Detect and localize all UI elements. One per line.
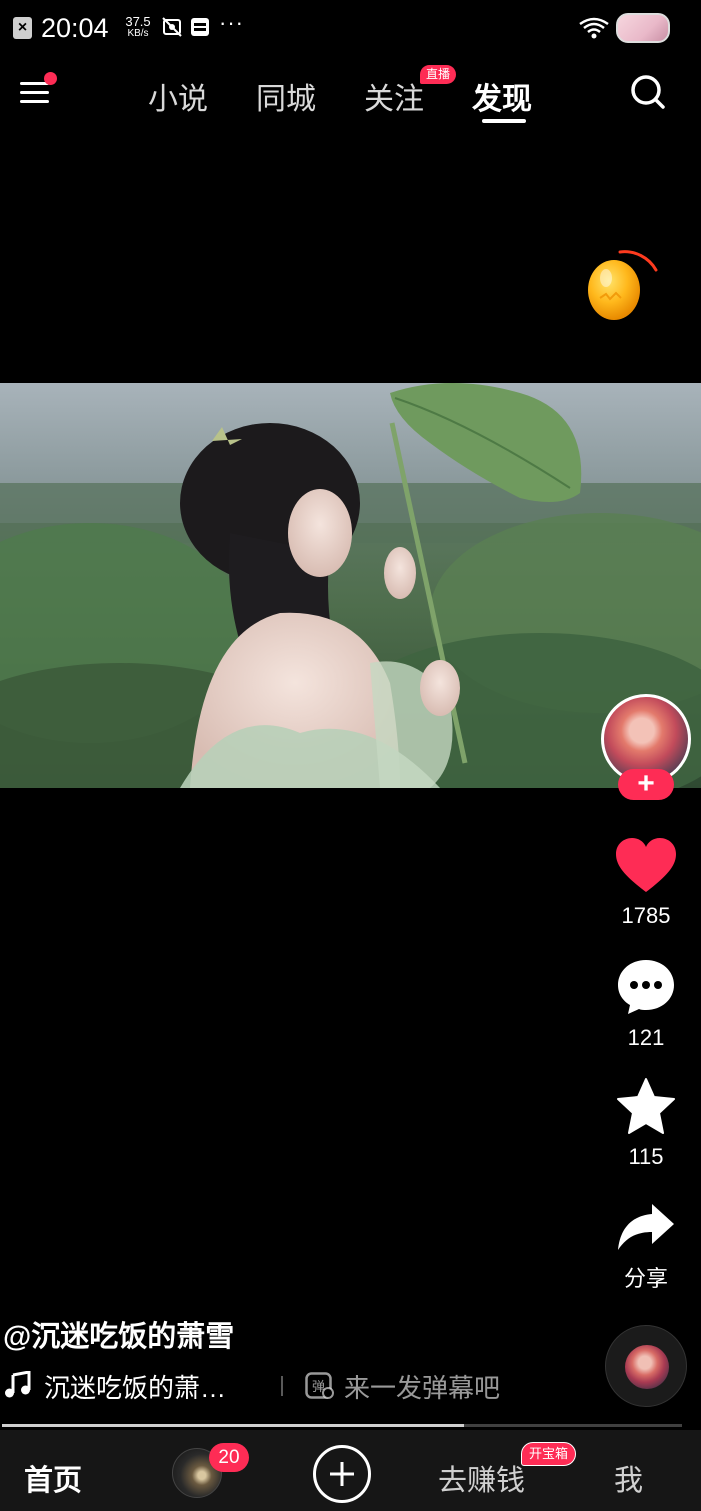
tab-following[interactable]: 关注 bbox=[364, 74, 424, 118]
gold-egg-icon[interactable] bbox=[582, 248, 662, 326]
comment-count: 121 bbox=[627, 1025, 665, 1050]
nav-friends-count: 20 bbox=[209, 1443, 249, 1472]
more-status-icon: ··· bbox=[219, 10, 244, 35]
network-speed-unit: KB/s bbox=[127, 28, 149, 39]
network-speed-value: 37.5 bbox=[125, 14, 151, 29]
favorite-count: 115 bbox=[628, 1144, 664, 1169]
sim-card-icon bbox=[191, 18, 209, 36]
music-disc[interactable] bbox=[605, 1325, 687, 1407]
share-label: 分享 bbox=[623, 1266, 668, 1291]
music-note-icon bbox=[5, 1371, 31, 1398]
music-title[interactable]: 沉迷吃饭的萧… bbox=[44, 1368, 226, 1405]
like-count: 1785 bbox=[621, 903, 671, 928]
close-notification-icon: × bbox=[13, 17, 32, 39]
comment-button[interactable]: 121 bbox=[600, 958, 692, 1051]
nav-earn[interactable]: 去赚钱 bbox=[438, 1457, 525, 1499]
video-progress-bar[interactable] bbox=[2, 1424, 682, 1427]
video-progress-fill bbox=[2, 1424, 465, 1427]
like-button[interactable]: 1785 bbox=[600, 838, 692, 929]
notification-dot bbox=[44, 72, 57, 85]
tab-local[interactable]: 同城 bbox=[256, 74, 316, 118]
author-name[interactable]: @沉迷吃饭的萧雪 bbox=[3, 1313, 234, 1355]
status-time: 20:04 bbox=[41, 13, 109, 43]
heart-icon bbox=[616, 838, 676, 892]
status-avatar bbox=[616, 13, 670, 43]
music-row: 沉迷吃饭的萧… 弹 来一发弹幕吧 bbox=[4, 1368, 564, 1405]
bottom-nav: 首页 20 去赚钱 开宝箱 我 bbox=[0, 1430, 701, 1511]
follow-button[interactable]: + bbox=[618, 769, 674, 800]
active-tab-indicator bbox=[482, 119, 526, 123]
nav-me[interactable]: 我 bbox=[614, 1457, 643, 1499]
star-icon bbox=[617, 1078, 675, 1134]
comment-icon bbox=[618, 960, 674, 1014]
status-bar: × 20:04 37.5 KB/s ··· bbox=[0, 0, 701, 56]
share-icon bbox=[618, 1204, 674, 1250]
silent-icon bbox=[162, 17, 182, 37]
favorite-button[interactable]: 115 bbox=[600, 1077, 692, 1170]
music-divider bbox=[281, 1376, 283, 1396]
danmaku-icon: 弹 bbox=[305, 1372, 334, 1399]
top-nav: 小说 同城 关注 直播 发现 bbox=[0, 62, 701, 128]
tab-discover[interactable]: 发现 bbox=[472, 74, 532, 118]
live-badge: 直播 bbox=[420, 65, 457, 84]
search-icon[interactable] bbox=[630, 74, 666, 110]
wifi-icon bbox=[579, 17, 609, 39]
danmaku-input[interactable]: 来一发弹幕吧 bbox=[344, 1368, 500, 1405]
video-image bbox=[0, 383, 701, 788]
plus-icon bbox=[330, 1462, 354, 1486]
video-frame[interactable] bbox=[0, 383, 701, 788]
nav-home[interactable]: 首页 bbox=[24, 1457, 82, 1499]
share-button[interactable]: 分享 bbox=[600, 1202, 692, 1293]
tab-novel[interactable]: 小说 bbox=[148, 74, 208, 118]
network-speed: 37.5 KB/s bbox=[121, 15, 155, 39]
create-button[interactable] bbox=[313, 1445, 371, 1503]
treasure-badge: 开宝箱 bbox=[521, 1442, 577, 1466]
music-disc-cover bbox=[625, 1345, 669, 1389]
